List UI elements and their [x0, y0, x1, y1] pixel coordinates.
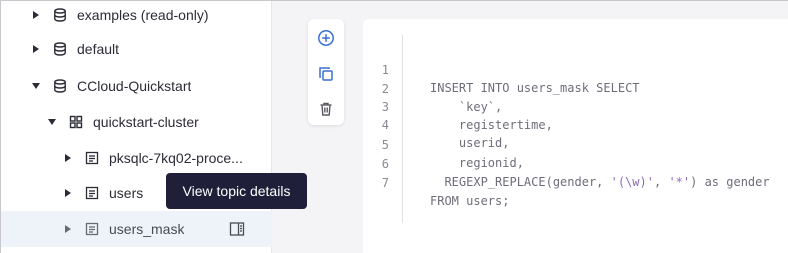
- tree-item-label: quickstart-cluster: [93, 114, 199, 130]
- code-line: 2 `key`,: [363, 62, 788, 114]
- code-string: '(\w)': [610, 175, 654, 189]
- code-segment: REGEXP_REPLACE(gender,: [430, 175, 611, 189]
- code-string: '*': [668, 175, 691, 189]
- tree-item-examples[interactable]: examples (read-only): [1, 0, 272, 33]
- caret-right-icon[interactable]: [63, 153, 73, 163]
- code-line: 5 regionid,: [363, 118, 788, 170]
- caret-down-icon[interactable]: [47, 117, 57, 127]
- tree-item-topic-pksqlc[interactable]: pksqlc-7kq02-proce...: [1, 140, 272, 176]
- editor-toolbar: [308, 19, 344, 125]
- cluster-icon: [69, 115, 83, 129]
- sql-editor[interactable]: 1 INSERT INTO users_mask SELECT 2 `key`,…: [363, 19, 788, 253]
- code-line: 6 REGEXP_REPLACE(gender, '(\w)', '*') as…: [363, 137, 788, 189]
- code-line: 3 registertime,: [363, 80, 788, 132]
- tree-item-label: pksqlc-7kq02-proce...: [109, 150, 243, 166]
- code-line: 1 INSERT INTO users_mask SELECT: [363, 43, 788, 95]
- tree-item-label: users_mask: [109, 221, 185, 237]
- database-icon: [53, 8, 67, 22]
- add-circle-icon: [317, 29, 335, 47]
- code-text: REGEXP_REPLACE(gender, '(\w)', '*') as g…: [430, 173, 770, 191]
- duplicate-icon: [318, 66, 334, 82]
- database-icon: [53, 42, 67, 56]
- topic-icon: [85, 186, 99, 200]
- code-text: FROM users;: [430, 194, 510, 208]
- tree-item-label: users: [109, 185, 144, 201]
- caret-down-icon[interactable]: [31, 81, 41, 91]
- tree-item-label: default: [77, 41, 120, 57]
- topic-icon: [85, 151, 99, 165]
- delete-button[interactable]: [316, 99, 336, 119]
- topic-icon: [85, 222, 99, 236]
- code-segment: ) as gender: [690, 175, 770, 189]
- caret-right-icon[interactable]: [31, 44, 41, 54]
- tree-item-quickstart-cluster[interactable]: quickstart-cluster: [1, 104, 272, 140]
- object-tree: examples (read-only) default CCloud-Quic…: [1, 1, 272, 253]
- view-topic-details-icon[interactable]: [229, 221, 245, 237]
- tree-item-label: CCloud-Quickstart: [77, 78, 192, 94]
- tree-item-ccloud-quickstart[interactable]: CCloud-Quickstart: [1, 68, 272, 104]
- add-cell-button[interactable]: [316, 28, 336, 48]
- trash-icon: [318, 101, 334, 117]
- caret-right-icon[interactable]: [63, 224, 73, 234]
- caret-right-icon[interactable]: [63, 188, 73, 198]
- duplicate-button[interactable]: [316, 64, 336, 84]
- tooltip: View topic details: [166, 173, 307, 209]
- database-icon: [53, 79, 67, 93]
- caret-right-icon[interactable]: [31, 10, 41, 20]
- code-line: 7 FROM users;: [363, 156, 788, 208]
- tree-item-label: examples (read-only): [77, 7, 209, 23]
- code-line: 4 userid,: [363, 98, 788, 150]
- tree-item-default[interactable]: default: [1, 31, 272, 67]
- code-segment: ,: [653, 175, 669, 189]
- line-number: 7: [381, 176, 389, 190]
- tree-item-topic-users-mask[interactable]: users_mask: [1, 211, 272, 247]
